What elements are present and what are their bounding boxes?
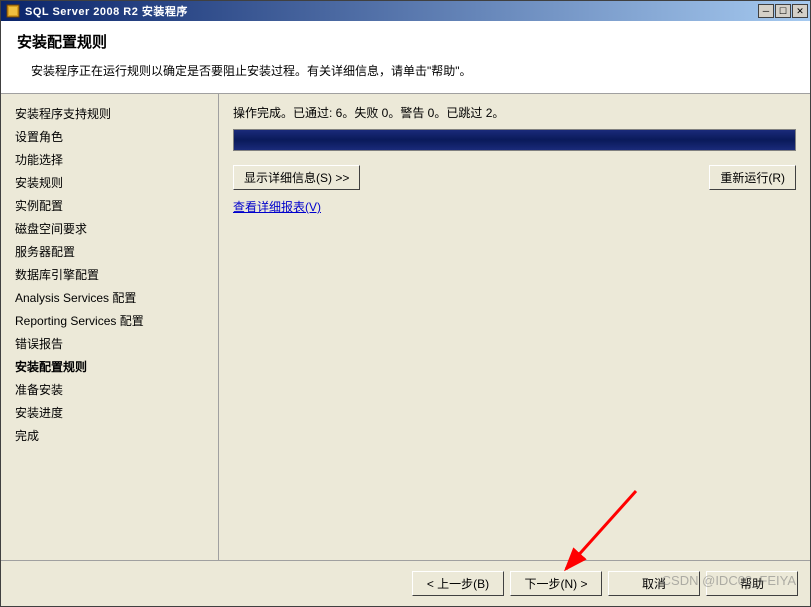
- sidebar-step-4[interactable]: 实例配置: [13, 194, 214, 217]
- help-button[interactable]: 帮助: [706, 571, 798, 596]
- step-sidebar: 安装程序支持规则设置角色功能选择安装规则实例配置磁盘空间要求服务器配置数据库引擎…: [1, 94, 219, 560]
- body: 安装程序支持规则设置角色功能选择安装规则实例配置磁盘空间要求服务器配置数据库引擎…: [1, 94, 810, 560]
- sidebar-step-3[interactable]: 安装规则: [13, 171, 214, 194]
- sidebar-step-7[interactable]: 数据库引擎配置: [13, 263, 214, 286]
- sidebar-step-0[interactable]: 安装程序支持规则: [13, 102, 214, 125]
- sidebar-step-11[interactable]: 安装配置规则: [13, 355, 214, 378]
- main-content: 操作完成。已通过: 6。失败 0。警告 0。已跳过 2。 显示详细信息(S) >…: [219, 94, 810, 560]
- actions-row: 显示详细信息(S) >> 重新运行(R): [233, 165, 796, 190]
- page-header: 安装配置规则 安装程序正在运行规则以确定是否要阻止安装过程。有关详细信息，请单击…: [1, 21, 810, 94]
- sidebar-step-8[interactable]: Analysis Services 配置: [13, 286, 214, 309]
- page-description: 安装程序正在运行规则以确定是否要阻止安装过程。有关详细信息，请单击"帮助"。: [31, 62, 794, 79]
- status-text: 操作完成。已通过: 6。失败 0。警告 0。已跳过 2。: [233, 104, 796, 121]
- sidebar-step-1[interactable]: 设置角色: [13, 125, 214, 148]
- app-icon: [5, 3, 21, 19]
- window-controls: ─ ☐ ✕: [758, 4, 808, 18]
- close-button[interactable]: ✕: [792, 4, 808, 18]
- titlebar: SQL Server 2008 R2 安装程序 ─ ☐ ✕: [1, 1, 810, 21]
- sidebar-step-6[interactable]: 服务器配置: [13, 240, 214, 263]
- maximize-button[interactable]: ☐: [775, 4, 791, 18]
- page-title: 安装配置规则: [17, 31, 794, 52]
- view-report-link[interactable]: 查看详细报表(V): [233, 198, 796, 215]
- back-button[interactable]: < 上一步(B): [412, 571, 504, 596]
- sidebar-step-5[interactable]: 磁盘空间要求: [13, 217, 214, 240]
- minimize-button[interactable]: ─: [758, 4, 774, 18]
- sidebar-step-9[interactable]: Reporting Services 配置: [13, 309, 214, 332]
- show-details-button[interactable]: 显示详细信息(S) >>: [233, 165, 360, 190]
- sidebar-step-12[interactable]: 准备安装: [13, 378, 214, 401]
- sidebar-step-2[interactable]: 功能选择: [13, 148, 214, 171]
- sidebar-step-10[interactable]: 错误报告: [13, 332, 214, 355]
- cancel-button[interactable]: 取消: [608, 571, 700, 596]
- progress-bar: [233, 129, 796, 151]
- installer-window: SQL Server 2008 R2 安装程序 ─ ☐ ✕ 安装配置规则 安装程…: [0, 0, 811, 607]
- window-title: SQL Server 2008 R2 安装程序: [25, 3, 758, 19]
- sidebar-step-13[interactable]: 安装进度: [13, 401, 214, 424]
- sidebar-step-14[interactable]: 完成: [13, 424, 214, 447]
- rerun-button[interactable]: 重新运行(R): [709, 165, 796, 190]
- next-button[interactable]: 下一步(N) >: [510, 571, 602, 596]
- wizard-footer: < 上一步(B) 下一步(N) > 取消 帮助: [1, 560, 810, 606]
